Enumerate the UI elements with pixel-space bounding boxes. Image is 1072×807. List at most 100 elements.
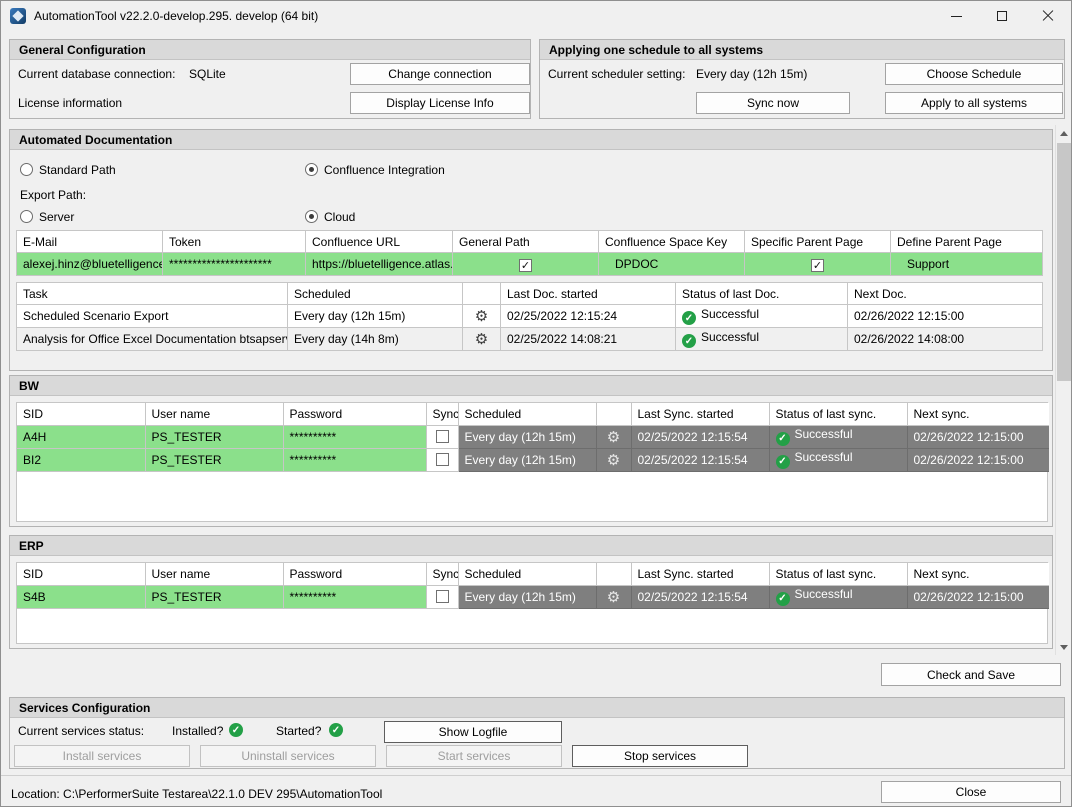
choose-schedule-button[interactable]: Choose Schedule	[885, 63, 1063, 85]
scheduler-setting-label: Current scheduler setting:	[548, 67, 685, 81]
check-and-save-button[interactable]: Check and Save	[881, 663, 1061, 686]
cloud-radio[interactable]: Cloud	[305, 210, 355, 224]
space-key-cell: DPDOC	[599, 253, 745, 276]
scheduled-cell: Every day (12h 15m)	[458, 585, 596, 608]
col-header: Last Doc. started	[501, 283, 676, 305]
col-header: E-Mail	[17, 231, 163, 253]
sync-checkbox[interactable]	[436, 590, 449, 603]
status-cell: Successful	[769, 585, 907, 608]
col-header	[463, 283, 501, 305]
col-header: Task	[17, 283, 288, 305]
col-header: Last Sync. started	[631, 403, 769, 425]
scroll-down-button[interactable]	[1056, 639, 1072, 655]
col-header: Specific Parent Page	[745, 231, 891, 253]
success-icon	[682, 334, 696, 348]
app-window: AutomationTool v22.2.0-develop.295. deve…	[0, 0, 1072, 807]
table-header-row: Task Scheduled Last Doc. started Status …	[17, 283, 1043, 305]
system-row[interactable]: S4B PS_TESTER ********** Every day (12h …	[17, 585, 1049, 608]
user-cell: PS_TESTER	[145, 425, 283, 448]
gear-icon[interactable]	[607, 588, 620, 606]
success-icon	[682, 311, 696, 325]
specific-parent-checkbox[interactable]	[811, 259, 824, 272]
system-row[interactable]: BI2 PS_TESTER ********** Every day (12h …	[17, 448, 1049, 471]
password-cell: **********	[283, 585, 426, 608]
sid-cell: BI2	[17, 448, 145, 471]
sync-checkbox[interactable]	[436, 430, 449, 443]
col-header: Sync.	[426, 563, 458, 585]
doc-tasks-table: Task Scheduled Last Doc. started Status …	[16, 282, 1043, 351]
gear-icon[interactable]	[607, 428, 620, 446]
group-title: Applying one schedule to all systems	[540, 40, 1064, 60]
parent-page-cell: Support	[891, 253, 1043, 276]
erp-systems-table: SID User name Password Sync. Scheduled L…	[17, 563, 1049, 609]
radio-selected-icon	[305, 163, 318, 176]
confluence-row[interactable]: alexej.hinz@bluetelligence... **********…	[17, 253, 1043, 276]
schedule-settings-cell	[596, 585, 631, 608]
started-label: Started?	[276, 724, 321, 738]
services-configuration-group: Services Configuration Current services …	[9, 697, 1065, 769]
close-window-button[interactable]	[1025, 1, 1071, 31]
general-path-cell	[453, 253, 599, 276]
group-title: Automated Documentation	[10, 130, 1052, 150]
col-header: Define Parent Page	[891, 231, 1043, 253]
sync-now-button[interactable]: Sync now	[696, 92, 850, 114]
cloud-label: Cloud	[324, 210, 355, 224]
installed-label: Installed?	[172, 724, 223, 738]
email-cell: alexej.hinz@bluetelligence...	[17, 253, 163, 276]
task-row[interactable]: Scheduled Scenario Export Every day (12h…	[17, 305, 1043, 328]
sync-checkbox[interactable]	[436, 453, 449, 466]
db-connection-label: Current database connection:	[18, 67, 175, 81]
password-cell: **********	[283, 448, 426, 471]
col-header: Status of last sync.	[769, 403, 907, 425]
token-cell: **********************	[163, 253, 306, 276]
col-header: SID	[17, 403, 145, 425]
password-cell: **********	[283, 425, 426, 448]
last-sync-cell: 02/25/2022 12:15:54	[631, 425, 769, 448]
export-path-label: Export Path:	[20, 188, 86, 202]
task-cell: Scheduled Scenario Export	[17, 305, 288, 328]
confluence-integration-radio[interactable]: Confluence Integration	[305, 163, 445, 177]
scheduled-cell: Every day (12h 15m)	[288, 305, 463, 328]
minimize-button[interactable]	[933, 1, 979, 31]
confluence-url-cell: https://bluetelligence.atlas...	[306, 253, 453, 276]
general-path-checkbox[interactable]	[519, 259, 532, 272]
next-sync-cell: 02/26/2022 12:15:00	[907, 425, 1049, 448]
success-icon	[776, 592, 790, 606]
app-icon	[10, 8, 26, 24]
scheduled-cell: Every day (12h 15m)	[458, 425, 596, 448]
scroll-up-button[interactable]	[1056, 125, 1072, 141]
close-app-button[interactable]: Close	[881, 781, 1061, 803]
server-radio[interactable]: Server	[20, 210, 74, 224]
display-license-button[interactable]: Display License Info	[350, 92, 530, 114]
standard-path-radio[interactable]: Standard Path	[20, 163, 116, 177]
license-info-label: License information	[18, 96, 122, 110]
stop-services-button[interactable]: Stop services	[572, 745, 748, 767]
bw-group: BW SID User name Password Sync. Schedule…	[9, 375, 1053, 527]
bw-systems-table: SID User name Password Sync. Scheduled L…	[17, 403, 1049, 472]
apply-all-systems-button[interactable]: Apply to all systems	[885, 92, 1063, 114]
col-header: Sync.	[426, 403, 458, 425]
task-row[interactable]: Analysis for Office Excel Documentation …	[17, 328, 1043, 351]
col-header: Next sync.	[907, 403, 1049, 425]
change-connection-button[interactable]: Change connection	[350, 63, 530, 85]
col-header: Scheduled	[458, 563, 596, 585]
scrollbar-thumb[interactable]	[1057, 143, 1071, 381]
col-header: Token	[163, 231, 306, 253]
confluence-settings-table: E-Mail Token Confluence URL General Path…	[16, 230, 1043, 276]
show-logfile-button[interactable]: Show Logfile	[384, 721, 562, 743]
system-row[interactable]: A4H PS_TESTER ********** Every day (12h …	[17, 425, 1049, 448]
schedule-settings-cell	[463, 305, 501, 328]
gear-icon[interactable]	[607, 451, 620, 469]
task-cell: Analysis for Office Excel Documentation …	[17, 328, 288, 351]
close-icon	[1042, 10, 1054, 22]
maximize-button[interactable]	[979, 1, 1025, 31]
title-bar: AutomationTool v22.2.0-develop.295. deve…	[1, 1, 1071, 31]
gear-icon[interactable]	[475, 307, 488, 325]
status-cell: Successful	[676, 305, 848, 328]
maximize-icon	[997, 11, 1007, 21]
erp-table-container: SID User name Password Sync. Scheduled L…	[16, 562, 1048, 644]
gear-icon[interactable]	[475, 330, 488, 348]
footer-bar: Location: C:\PerformerSuite Testarea\22.…	[1, 775, 1072, 807]
scheduled-cell: Every day (14h 8m)	[288, 328, 463, 351]
sync-cell	[426, 448, 458, 471]
